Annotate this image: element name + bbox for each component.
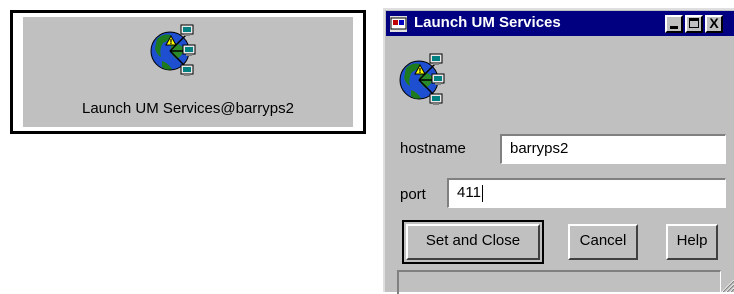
help-button[interactable]: Help: [666, 224, 718, 260]
maximize-icon: [689, 18, 699, 28]
launcher-label: Launch UM Services@barryps2: [82, 100, 294, 117]
close-icon: X: [709, 15, 719, 31]
minimize-button[interactable]: [665, 15, 683, 33]
port-value: 411: [457, 184, 481, 201]
resize-grip-icon[interactable]: [720, 278, 734, 292]
window-title: Launch UM Services: [414, 14, 561, 31]
launch-um-services-window: Launch UM Services X ! hostname barryps2…: [383, 8, 734, 294]
close-button[interactable]: X: [705, 15, 723, 33]
set-and-close-button[interactable]: Set and Close: [406, 224, 540, 260]
port-input[interactable]: 411: [447, 178, 726, 208]
launcher-frame: ! Launch UM Services@barryps2: [10, 10, 366, 134]
svg-text:!: !: [169, 38, 172, 46]
titlebar[interactable]: Launch UM Services X: [386, 11, 734, 36]
svg-text:!: !: [418, 67, 421, 75]
hostname-input[interactable]: barryps2: [500, 134, 726, 164]
launcher-shortcut[interactable]: ! Launch UM Services@barryps2: [23, 17, 353, 127]
app-icon[interactable]: [390, 16, 407, 32]
maximize-button[interactable]: [685, 15, 703, 33]
network-globe-icon: !: [399, 53, 445, 105]
port-label: port: [400, 186, 426, 203]
text-caret: [481, 184, 483, 202]
hostname-value: barryps2: [510, 140, 569, 157]
cancel-button[interactable]: Cancel: [568, 224, 638, 260]
hostname-label: hostname: [400, 140, 466, 157]
network-globe-icon[interactable]: !: [148, 21, 196, 81]
minimize-icon: [670, 26, 678, 29]
status-bar: [397, 270, 721, 294]
